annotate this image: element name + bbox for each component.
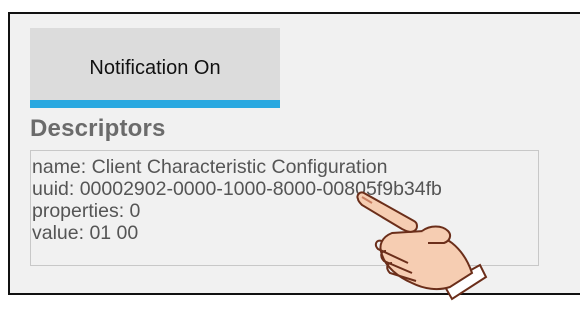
descriptor-name: name: Client Characteristic Configuratio… xyxy=(32,156,388,178)
pointing-hand-icon xyxy=(356,191,488,301)
app-panel: Notification On Descriptors name: Client… xyxy=(8,12,580,295)
descriptors-title: Descriptors xyxy=(30,115,166,142)
tab-active-indicator xyxy=(30,100,280,108)
notification-on-button[interactable]: Notification On xyxy=(30,28,280,108)
notification-on-label: Notification On xyxy=(89,56,221,79)
